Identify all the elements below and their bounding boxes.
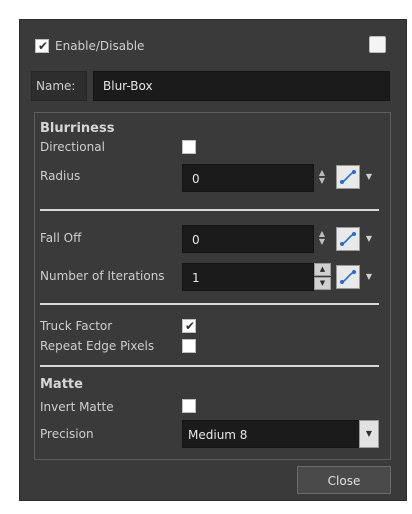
directional-checkbox[interactable] xyxy=(182,140,196,154)
iterations-stepper[interactable]: ▲ ▼ xyxy=(314,263,331,291)
truck-factor-checkbox[interactable]: ✔ xyxy=(182,319,196,333)
precision-select[interactable]: Medium 8 xyxy=(182,420,360,448)
blur-box-dialog: ✔ Enable/Disable Name: Blur-Box Blurrine… xyxy=(19,19,407,501)
iterations-up-button[interactable]: ▲ xyxy=(314,263,331,276)
enable-checkbox[interactable]: ✔ xyxy=(35,39,49,53)
falloff-function-dropdown-icon[interactable]: ▼ xyxy=(364,234,374,244)
iterations-function-button[interactable] xyxy=(336,265,360,289)
truck-factor-label: Truck Factor xyxy=(40,319,113,333)
function-curve-icon xyxy=(340,270,356,284)
iterations-function-dropdown-icon[interactable]: ▼ xyxy=(364,272,374,282)
falloff-field[interactable]: 0 xyxy=(182,225,314,253)
radius-function-button[interactable] xyxy=(336,165,360,189)
falloff-function-button[interactable] xyxy=(336,227,360,251)
name-label: Name: xyxy=(36,79,76,93)
checkmark-icon: ✔ xyxy=(185,319,196,333)
color-swatch-button[interactable] xyxy=(369,36,386,53)
name-label-box: Name: xyxy=(31,71,87,101)
precision-dropdown-button[interactable]: ▼ xyxy=(359,420,379,448)
separator-2 xyxy=(40,303,379,305)
iterations-label: Number of Iterations xyxy=(40,269,165,283)
directional-label: Directional xyxy=(40,140,105,154)
separator-1 xyxy=(40,209,379,211)
repeat-edge-label: Repeat Edge Pixels xyxy=(40,339,155,353)
falloff-spin-icon[interactable]: ▲ ▼ xyxy=(317,230,327,250)
radius-function-dropdown-icon[interactable]: ▼ xyxy=(364,172,374,182)
matte-heading: Matte xyxy=(40,377,83,392)
repeat-edge-checkbox[interactable] xyxy=(182,339,196,353)
precision-label: Precision xyxy=(40,427,94,441)
checkmark-icon: ✔ xyxy=(38,39,49,53)
radius-spin-icon[interactable]: ▲ ▼ xyxy=(317,169,327,189)
close-button[interactable]: Close xyxy=(297,466,391,494)
iterations-down-button[interactable]: ▼ xyxy=(314,277,331,290)
iterations-field[interactable]: 1 xyxy=(182,263,314,291)
invert-matte-label: Invert Matte xyxy=(40,400,114,414)
function-curve-icon xyxy=(340,170,356,184)
separator-3 xyxy=(40,365,379,367)
function-curve-icon xyxy=(340,232,356,246)
radius-label: Radius xyxy=(40,169,81,183)
name-field[interactable]: Blur-Box xyxy=(93,71,390,101)
blurriness-heading: Blurriness xyxy=(40,121,115,136)
falloff-label: Fall Off xyxy=(40,231,82,245)
enable-label: Enable/Disable xyxy=(55,39,145,53)
invert-matte-checkbox[interactable] xyxy=(182,399,196,413)
radius-field[interactable]: 0 xyxy=(182,164,314,192)
